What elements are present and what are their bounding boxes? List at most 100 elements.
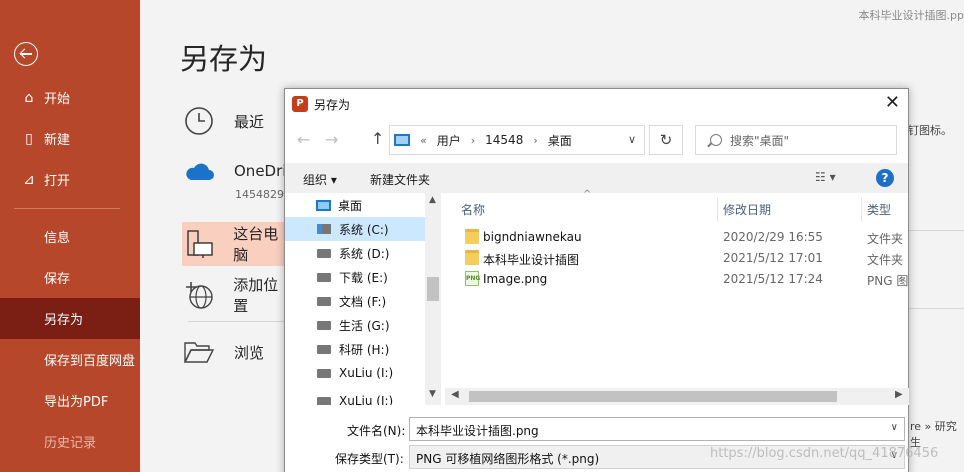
- help-icon[interactable]: ?: [876, 169, 894, 187]
- tree-item-drive-f[interactable]: 文档 (F:): [285, 289, 425, 313]
- sidebar-item-label: 保存: [44, 272, 71, 287]
- column-divider[interactable]: [861, 197, 862, 221]
- location-onedrive[interactable]: OneDri: [182, 154, 292, 188]
- file-row[interactable]: bigndniawnekau 2020/2/29 16:55 文件夹: [445, 227, 909, 248]
- sidebar-item-label: 打开: [44, 174, 71, 189]
- forward-icon[interactable]: →: [325, 130, 338, 149]
- cloud-icon: [182, 154, 216, 188]
- location-label: OneDri: [234, 162, 287, 180]
- tree-item-label: 文档 (F:): [339, 294, 387, 309]
- filetype-label: 保存类型(T):: [335, 452, 404, 466]
- up-arrow-icon[interactable]: ↑: [371, 129, 384, 148]
- navigation-bar: ← → ↑ « 用户 › 14548 › 桌面 ∨ ↻ 搜索"桌面": [285, 123, 908, 157]
- file-type: 文件夹: [867, 232, 904, 246]
- folder-icon: [465, 229, 479, 244]
- drive-icon: [317, 396, 331, 405]
- location-this-pc[interactable]: 这台电脑: [182, 222, 292, 266]
- sidebar-item-home[interactable]: ⌂ 开始: [0, 77, 140, 118]
- sidebar-item-label: 历史记录: [44, 436, 97, 451]
- open-folder-icon: ⊿: [23, 171, 35, 188]
- file-list: ^ 名称 修改日期 类型 bigndniawnekau 2020/2/29 16…: [445, 189, 909, 405]
- view-options-icon[interactable]: ☷ ▾: [815, 170, 836, 184]
- scroll-down-icon[interactable]: ▼: [429, 389, 436, 399]
- sidebar-item-open[interactable]: ⊿ 打开: [0, 159, 140, 200]
- scroll-right-icon[interactable]: ▶: [895, 389, 903, 400]
- sidebar-item-label: 新建: [44, 133, 71, 148]
- breadcrumb-user[interactable]: 14548: [485, 133, 523, 147]
- chevron-down-icon[interactable]: ∨: [628, 133, 636, 146]
- save-as-dialog: P 另存为 ✕ ← → ↑ « 用户 › 14548 › 桌面 ∨ ↻ 搜索"桌…: [284, 88, 909, 472]
- tree-item-drive-h[interactable]: 科研 (H:): [285, 337, 425, 361]
- filename-input[interactable]: 本科毕业设计插图.png ∨: [409, 417, 905, 441]
- scrollbar-thumb[interactable]: [427, 277, 439, 301]
- location-label: 最近: [234, 112, 265, 131]
- new-folder-button[interactable]: 新建文件夹: [370, 171, 430, 188]
- sidebar-item-save-to-baidu[interactable]: 保存到百度网盘: [0, 339, 140, 380]
- column-header-name[interactable]: 名称: [461, 201, 485, 218]
- sidebar-item-label: 另存为: [44, 313, 84, 328]
- folder-icon: [465, 250, 479, 265]
- clock-icon: [182, 104, 216, 138]
- back-icon[interactable]: ←: [297, 130, 310, 149]
- folder-tree: 桌面 系统 (C:) 系统 (D:) 下载 (E:) 文档 (F:) 生活 (G…: [285, 193, 441, 405]
- file-type: PNG 图: [867, 274, 909, 288]
- close-icon[interactable]: ✕: [885, 93, 900, 113]
- tree-item-drive-i[interactable]: XuLiu (I:): [285, 361, 425, 385]
- tree-item-label: 桌面: [338, 198, 363, 213]
- system-drive-icon: [317, 224, 331, 234]
- sidebar-item-label: 导出为PDF: [44, 395, 109, 410]
- sidebar-item-label: 保存到百度网盘: [44, 354, 136, 369]
- breadcrumb-overflow[interactable]: «: [420, 134, 427, 147]
- file-list-hscrollbar[interactable]: ◀ ▶: [445, 388, 909, 405]
- file-date: 2020/2/29 16:55: [723, 230, 823, 244]
- tree-item-label: 科研 (H:): [339, 342, 390, 357]
- breadcrumb-desktop[interactable]: 桌面: [548, 132, 572, 149]
- tree-scrollbar[interactable]: ▲ ▼: [425, 193, 441, 405]
- file-type: 文件夹: [867, 253, 904, 267]
- sidebar-item-save[interactable]: 保存: [0, 257, 140, 298]
- tree-item-label: 系统 (D:): [339, 246, 390, 261]
- location-browse[interactable]: 浏览: [182, 327, 292, 377]
- sidebar-item-history[interactable]: 历史记录: [0, 421, 140, 462]
- column-header-type[interactable]: 类型: [867, 201, 891, 218]
- globe-plus-icon: [182, 278, 215, 312]
- column-divider[interactable]: [717, 197, 718, 221]
- desktop-icon: [316, 199, 331, 211]
- chevron-down-icon[interactable]: ∨: [891, 422, 898, 433]
- right-divider: [908, 308, 964, 309]
- scrollbar-thumb[interactable]: [469, 391, 837, 402]
- tree-item-label: XuLiu (I:): [339, 366, 394, 380]
- drive-icon: [317, 272, 331, 282]
- file-row[interactable]: PNG Image.png 2021/5/12 17:24 PNG 图: [445, 269, 909, 290]
- scroll-left-icon[interactable]: ◀: [451, 389, 459, 400]
- sidebar-item-new[interactable]: ▯ 新建: [0, 118, 140, 159]
- search-box[interactable]: 搜索"桌面": [695, 125, 897, 155]
- location-label: 浏览: [234, 343, 265, 362]
- tree-item-drive-g[interactable]: 生活 (G:): [285, 313, 425, 337]
- tree-item-drive-i-network[interactable]: XuLiu (I:): [285, 389, 425, 405]
- sidebar-item-export-pdf[interactable]: 导出为PDF: [0, 380, 140, 421]
- tree-item-drive-d[interactable]: 系统 (D:): [285, 241, 425, 265]
- column-header-date[interactable]: 修改日期: [723, 201, 771, 218]
- sidebar-item-label: 开始: [44, 92, 71, 107]
- file-row[interactable]: 本科毕业设计插图 2021/5/12 17:01 文件夹: [445, 248, 909, 269]
- organize-button[interactable]: 组织 ▾: [303, 171, 337, 188]
- tree-item-desktop[interactable]: 桌面: [285, 193, 425, 217]
- file-date: 2021/5/12 17:24: [723, 272, 823, 286]
- sidebar-item-save-as[interactable]: 另存为: [0, 298, 140, 339]
- tree-item-drive-c[interactable]: 系统 (C:): [285, 217, 425, 241]
- tree-item-label: 生活 (G:): [339, 318, 390, 333]
- refresh-icon[interactable]: ↻: [649, 125, 683, 155]
- home-icon: ⌂: [24, 89, 34, 106]
- drive-icon: [317, 320, 331, 330]
- location-recent[interactable]: 最近: [182, 96, 292, 146]
- breadcrumb-users[interactable]: 用户: [437, 132, 461, 149]
- filetype-value: PNG 可移植网络图形格式 (*.png): [416, 452, 600, 466]
- back-arrow-icon[interactable]: [14, 42, 38, 66]
- address-bar[interactable]: « 用户 › 14548 › 桌面 ∨: [389, 125, 645, 155]
- sidebar-item-info[interactable]: 信息: [0, 216, 140, 257]
- location-add-place[interactable]: 添加位置: [182, 270, 292, 320]
- scroll-up-icon[interactable]: ▲: [429, 195, 436, 205]
- tree-item-drive-e[interactable]: 下载 (E:): [285, 265, 425, 289]
- file-name: bigndniawnekau: [483, 230, 582, 244]
